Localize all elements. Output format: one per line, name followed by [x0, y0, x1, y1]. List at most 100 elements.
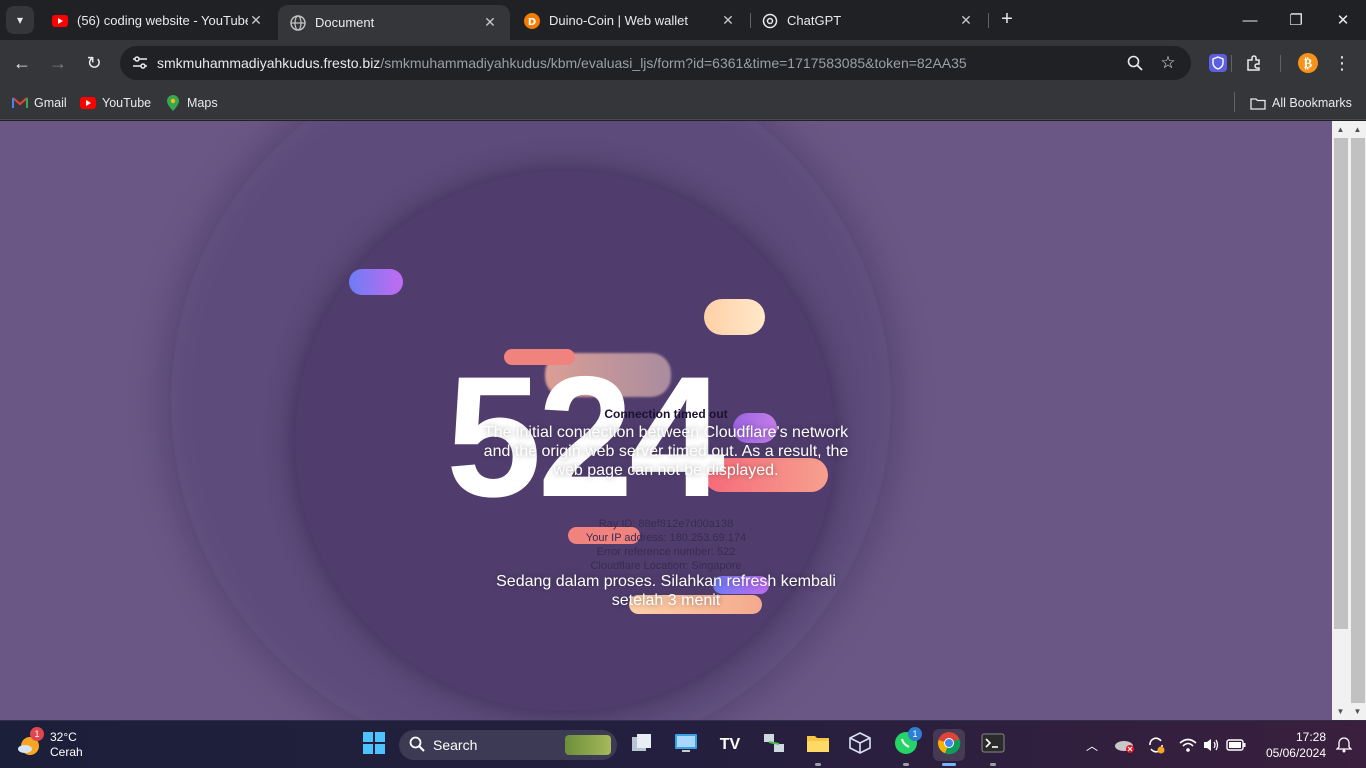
forward-button[interactable]: →: [44, 49, 72, 77]
tab-document[interactable]: Document ✕: [278, 5, 510, 40]
ray-id: Ray ID: 88ef812e7d00a138: [598, 518, 734, 530]
minimize-button[interactable]: —: [1238, 8, 1262, 32]
weather-badge: 1: [30, 727, 44, 741]
gmail-icon: [12, 95, 28, 111]
task-view-button[interactable]: [626, 729, 658, 761]
tab-title: Document: [315, 15, 375, 30]
bookmark-label: YouTube: [102, 96, 152, 110]
weather-widget[interactable]: 1 32°C Cerah: [16, 727, 83, 763]
system-clock[interactable]: 17:28 05/06/2024: [1256, 729, 1326, 761]
restore-button[interactable]: ❐: [1284, 8, 1308, 32]
close-icon[interactable]: ✕: [720, 12, 736, 29]
volume-icon[interactable]: [1199, 733, 1223, 757]
close-window-button[interactable]: ✕: [1331, 8, 1355, 32]
more-menu-icon[interactable]: ⋮: [1330, 51, 1354, 75]
scroll-down-icon[interactable]: ▼: [1332, 703, 1349, 720]
zoom-icon[interactable]: [1125, 53, 1145, 73]
ip-address: Your IP address: 180.253.69.174: [585, 532, 747, 544]
error-title: Connection timed out: [604, 407, 728, 421]
scroll-down-icon[interactable]: ▼: [1349, 703, 1366, 720]
app-virtualbox[interactable]: [844, 729, 876, 761]
close-icon[interactable]: ✕: [482, 14, 498, 31]
tab-youtube[interactable]: (56) coding website - YouTube ✕: [40, 5, 276, 36]
tab-title: Duino-Coin | Web wallet: [549, 13, 688, 28]
windows-icon: [363, 731, 385, 759]
browser-toolbar: ← → ↻ smkmuhammadiyahkudus.fresto.biz/sm…: [0, 40, 1366, 86]
sync-icon[interactable]: [1144, 733, 1168, 757]
extensions-puzzle-icon[interactable]: [1242, 51, 1266, 75]
close-icon[interactable]: ✕: [958, 12, 974, 29]
tab-search-button[interactable]: ▾: [6, 6, 34, 34]
tab-divider: [988, 13, 989, 28]
page-scrollbar[interactable]: ▲ ▼ ▲ ▼: [1332, 121, 1366, 720]
bookmark-gmail[interactable]: Gmail: [12, 92, 67, 114]
back-button[interactable]: ←: [8, 49, 36, 77]
search-label: Search: [433, 737, 478, 753]
decor-pill: [704, 299, 765, 335]
decor-pill: [349, 269, 403, 295]
maps-icon: [165, 95, 181, 111]
reload-button[interactable]: ↻: [80, 49, 108, 77]
folder-icon: [1250, 95, 1266, 111]
chatgpt-icon: [762, 13, 778, 29]
app-tradingview[interactable]: TV: [714, 729, 746, 761]
error-page: 524 Connection timed out The initial con…: [0, 121, 1332, 720]
bookmark-label: All Bookmarks: [1272, 96, 1352, 110]
scroll-up-icon[interactable]: ▲: [1332, 121, 1349, 138]
tab-duino-coin[interactable]: D Duino-Coin | Web wallet ✕: [512, 5, 748, 36]
app-terminal[interactable]: [977, 729, 1009, 766]
running-indicator: [942, 763, 956, 766]
globe-icon: [290, 14, 306, 31]
error-reference: Error reference number: 522: [596, 546, 736, 558]
url-text[interactable]: smkmuhammadiyahkudus.fresto.biz/smkmuham…: [157, 55, 967, 71]
notifications-icon[interactable]: [1332, 733, 1356, 757]
battery-icon[interactable]: [1224, 733, 1248, 757]
terminal-icon: [981, 733, 1005, 758]
taskbar-search[interactable]: Search: [399, 730, 617, 760]
show-hidden-icons-button[interactable]: ︿: [1080, 733, 1104, 757]
duino-icon: D: [524, 12, 540, 29]
bookmark-label: Maps: [187, 96, 218, 110]
running-indicator: [815, 763, 821, 766]
address-bar[interactable]: smkmuhammadiyahkudus.fresto.biz/smkmuham…: [120, 46, 1191, 80]
tab-title: ChatGPT: [787, 13, 842, 28]
tab-strip: ▾ (56) coding website - YouTube ✕ Docume…: [0, 0, 1366, 40]
close-icon[interactable]: ✕: [248, 12, 264, 29]
app-file-explorer[interactable]: [802, 729, 834, 766]
reload-icon: ↻: [86, 52, 102, 73]
app-whatsapp[interactable]: 1: [890, 727, 922, 766]
toolbar-divider: [1280, 55, 1281, 72]
start-button[interactable]: [358, 729, 390, 761]
chevron-down-icon: ▾: [16, 13, 24, 27]
whatsapp-badge: 1: [908, 727, 922, 741]
onedrive-icon[interactable]: [1112, 733, 1136, 757]
clock-date: 05/06/2024: [1265, 746, 1326, 760]
status-message: Sedang dalam proses. Silahkan refresh ke…: [496, 573, 836, 609]
bookmark-maps[interactable]: Maps: [165, 92, 218, 114]
tab-chatgpt[interactable]: ChatGPT ✕: [750, 5, 986, 36]
error-description: The initial connection between Cloudflar…: [483, 424, 849, 479]
weather-condition: Cerah: [50, 745, 83, 759]
app-remote-desktop[interactable]: [670, 729, 702, 761]
all-bookmarks-button[interactable]: All Bookmarks: [1250, 92, 1352, 114]
site-info-icon[interactable]: [128, 51, 152, 75]
app-network-tool[interactable]: [758, 729, 790, 761]
youtube-icon: [80, 95, 96, 111]
url-path: /smkmuhammadiyahkudus/kbm/evaluasi_ljs/f…: [380, 55, 967, 71]
bookmark-youtube[interactable]: YouTube: [80, 92, 151, 114]
bitcoin-extension-icon[interactable]: ₿: [1296, 51, 1320, 75]
taskbar: 1 32°C Cerah Search TV 1 ︿ 17:28 05/06/2…: [0, 720, 1366, 768]
extension-shield-icon[interactable]: [1206, 51, 1230, 75]
scroll-thumb[interactable]: [1351, 138, 1365, 703]
wifi-icon[interactable]: [1176, 733, 1200, 757]
youtube-icon: [52, 13, 68, 29]
app-chrome[interactable]: [933, 729, 965, 766]
new-tab-button[interactable]: +: [996, 9, 1018, 31]
svg-text:D: D: [528, 17, 536, 28]
running-indicator: [903, 763, 909, 766]
star-icon[interactable]: ☆: [1158, 53, 1178, 73]
arrow-left-icon: ←: [13, 52, 31, 73]
scroll-thumb[interactable]: [1334, 138, 1348, 629]
scroll-up-icon[interactable]: ▲: [1349, 121, 1366, 138]
clock-time: 17:28: [1295, 730, 1326, 744]
